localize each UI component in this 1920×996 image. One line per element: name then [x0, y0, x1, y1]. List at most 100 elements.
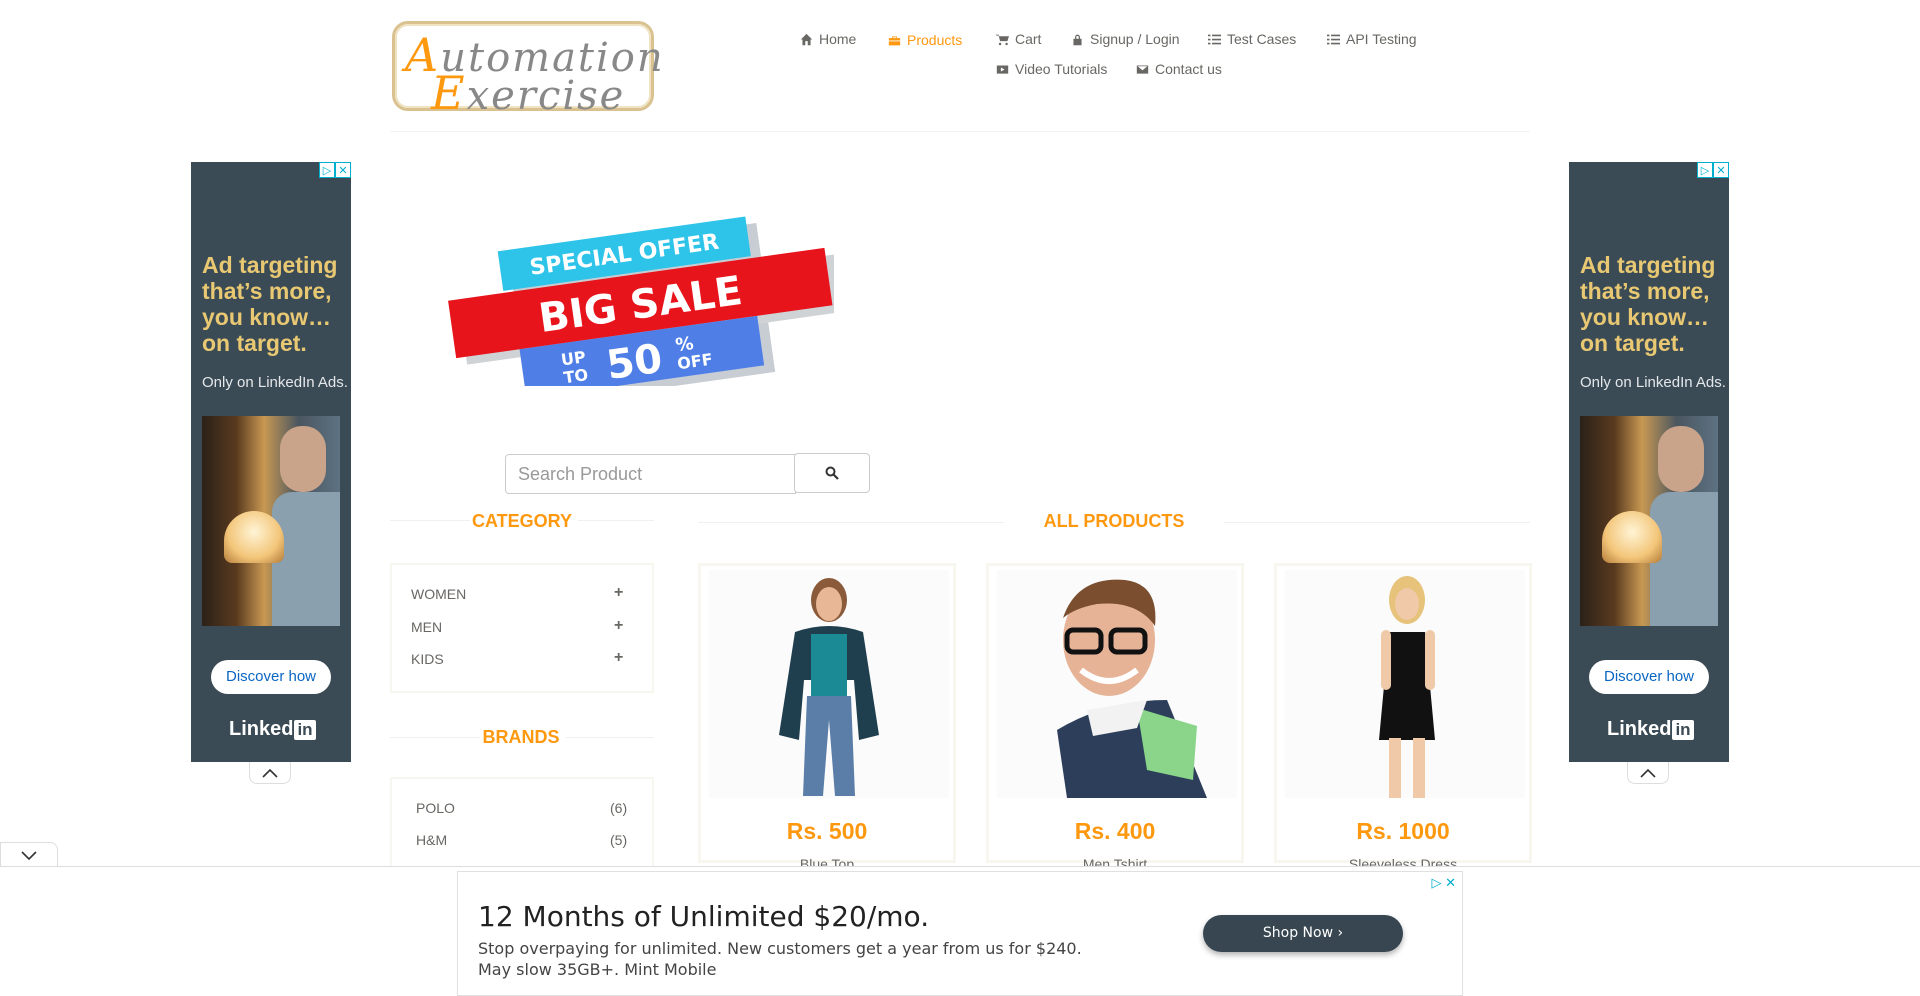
ad-choices[interactable]: ▷ ✕ — [1697, 162, 1729, 178]
ad-headline: Ad targeting that’s more, you know… on t… — [202, 252, 338, 356]
adchoices-icon[interactable]: ▷ — [319, 162, 335, 178]
brands-title-line-left — [390, 737, 480, 738]
category-women[interactable]: WOMEN — [411, 586, 466, 602]
search-button[interactable] — [794, 453, 870, 493]
chevron-up-icon — [1640, 768, 1656, 778]
expand-men-icon[interactable]: + — [614, 617, 623, 635]
site-logo[interactable]: Automation Exercise — [392, 21, 663, 120]
nav-signup-login[interactable]: Signup / Login — [1071, 31, 1180, 47]
bottom-ad-title: 12 Months of Unlimited $20/mo. — [478, 900, 930, 933]
woman-dress-image — [1379, 576, 1435, 798]
close-icon[interactable]: ✕ — [1445, 875, 1456, 890]
search-input[interactable] — [505, 454, 796, 494]
shop-now-button[interactable]: Shop Now › — [1203, 915, 1403, 952]
ad-subtext: Only on LinkedIn Ads. — [202, 374, 348, 391]
ad-choices[interactable]: ▷ ✕ — [319, 162, 351, 178]
nav-contact-label: Contact us — [1155, 61, 1222, 77]
all-products-title: ALL PRODUCTS — [1043, 511, 1185, 531]
brand-hm[interactable]: H&M — [416, 832, 447, 848]
products-icon — [888, 35, 901, 45]
cart-icon — [996, 34, 1009, 45]
chevron-right-icon: › — [1337, 925, 1344, 941]
nav-contact-us[interactable]: Contact us — [1136, 61, 1222, 77]
category-kids[interactable]: KIDS — [411, 651, 444, 667]
home-icon — [800, 33, 813, 45]
sale-banner: SPECIAL OFFER BIG SALE UP TO 50 % OFF — [448, 216, 834, 386]
products-title-line-left — [698, 522, 1004, 523]
bottom-ad-card[interactable]: ▷ ✕ 12 Months of Unlimited $20/mo. Stop … — [457, 871, 1463, 996]
nav-home-label: Home — [819, 31, 857, 47]
nav-home[interactable]: Home — [800, 31, 856, 47]
left-side-ad[interactable]: ▷ ✕ Ad targeting that’s more, you know… o… — [191, 162, 351, 762]
chevron-down-icon — [21, 851, 37, 861]
brands-title: BRANDS — [482, 727, 560, 747]
lock-icon — [1073, 34, 1082, 45]
nav-test-cases-label: Test Cases — [1227, 31, 1297, 47]
product-image-blue-top[interactable] — [709, 570, 949, 798]
nav-signup-label: Signup / Login — [1090, 31, 1180, 47]
woman-blue-top-image — [779, 578, 879, 796]
ad-photo — [1580, 416, 1718, 626]
brand-hm-count: (5) — [610, 832, 628, 848]
list-icon — [1208, 34, 1221, 44]
close-icon[interactable]: ✕ — [1713, 162, 1729, 178]
banner-percent: 50 — [604, 336, 666, 386]
nav-api-testing[interactable]: API Testing — [1327, 31, 1417, 47]
chevron-up-icon — [262, 768, 278, 778]
ad-discover-button[interactable]: Discover how — [1589, 660, 1709, 694]
ad-subtext: Only on LinkedIn Ads. — [1580, 374, 1726, 391]
ad-choices[interactable]: ▷ ✕ — [1431, 875, 1456, 891]
product-price: Rs. 1000 — [1356, 818, 1450, 844]
nav-api-testing-label: API Testing — [1346, 31, 1417, 47]
product-card[interactable]: Rs. 500 Blue Top — [698, 563, 956, 872]
product-price: Rs. 400 — [1074, 818, 1156, 844]
right-ad-collapse-tab[interactable] — [1627, 762, 1669, 784]
nav-test-cases[interactable]: Test Cases — [1208, 31, 1296, 47]
nav-video-label: Video Tutorials — [1015, 61, 1108, 77]
product-image-sleeveless-dress[interactable] — [1285, 570, 1525, 798]
product-image-men-tshirt[interactable] — [997, 570, 1237, 798]
left-ad-collapse-tab[interactable] — [249, 762, 291, 784]
ad-headline: Ad targeting that’s more, you know… on t… — [1580, 252, 1716, 356]
brands-panel: POLO (6) H&M (5) — [390, 777, 654, 877]
logo-line-2: Exercise — [431, 66, 626, 120]
adchoices-icon[interactable]: ▷ — [1697, 162, 1713, 178]
category-panel: WOMEN + MEN + KIDS + — [390, 563, 654, 693]
bottom-ad-description: Stop overpaying for unlimited. New custo… — [478, 939, 1082, 979]
category-title-line-left — [390, 520, 470, 521]
banner-to: TO — [562, 365, 589, 386]
close-icon[interactable]: ✕ — [335, 162, 351, 178]
category-title-line-right — [578, 520, 654, 521]
envelope-icon — [1136, 64, 1149, 74]
nav-products-label: Products — [907, 32, 963, 48]
brands-title-line-right — [566, 737, 654, 738]
product-price: Rs. 500 — [786, 818, 868, 844]
product-card[interactable]: Rs. 400 Men Tshirt — [986, 563, 1244, 872]
header-divider — [390, 131, 1530, 132]
shop-now-label: Shop Now — [1262, 925, 1334, 941]
product-card[interactable]: Rs. 1000 Sleeveless Dress — [1274, 563, 1532, 872]
linkedin-logo: Linked in — [1607, 718, 1694, 741]
brand-polo[interactable]: POLO — [416, 800, 455, 816]
ad-discover-button[interactable]: Discover how — [211, 660, 331, 694]
nav-products[interactable]: Products — [888, 32, 962, 48]
expand-women-icon[interactable]: + — [614, 584, 623, 602]
category-men[interactable]: MEN — [411, 619, 442, 635]
nav-cart[interactable]: Cart — [996, 31, 1041, 47]
man-tshirt-image — [1057, 579, 1207, 798]
bottom-anchor-ad: ▷ ✕ 12 Months of Unlimited $20/mo. Stop … — [0, 866, 1920, 996]
ad-photo — [202, 416, 340, 626]
expand-kids-icon[interactable]: + — [614, 649, 623, 667]
bottom-ad-collapse-tab[interactable] — [0, 842, 58, 868]
linkedin-logo: Linked in — [229, 718, 316, 741]
nav-cart-label: Cart — [1015, 31, 1042, 47]
youtube-icon — [996, 64, 1009, 74]
nav-video-tutorials[interactable]: Video Tutorials — [996, 61, 1107, 77]
products-title-line-right — [1224, 522, 1530, 523]
search-icon — [825, 466, 839, 480]
right-side-ad[interactable]: ▷ ✕ Ad targeting that’s more, you know… o… — [1569, 162, 1729, 762]
brand-polo-count: (6) — [610, 800, 628, 816]
list-icon — [1327, 34, 1340, 44]
category-title: CATEGORY — [471, 511, 572, 531]
adchoices-icon[interactable]: ▷ — [1431, 875, 1441, 890]
